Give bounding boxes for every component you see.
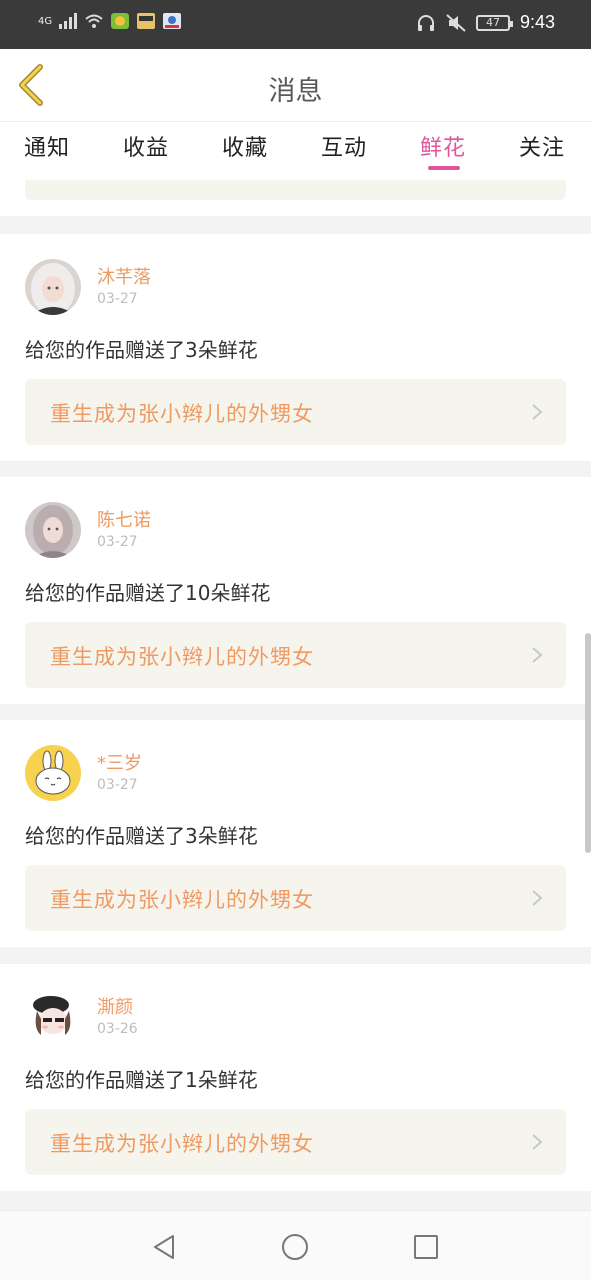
recents-square-icon[interactable] <box>410 1231 442 1263</box>
signal-icon <box>59 13 78 29</box>
battery-icon: 47 <box>475 14 513 31</box>
tab-following[interactable]: 关注 <box>519 130 565 162</box>
work-link[interactable]: 重生成为张小辫儿的外甥女 <box>25 379 566 445</box>
username[interactable]: 澌颜 <box>97 993 133 1019</box>
chevron-right-icon <box>532 890 543 906</box>
work-link[interactable]: 重生成为张小辫儿的外甥女 <box>25 865 566 931</box>
work-link[interactable]: 重生成为张小辫儿的外甥女 <box>25 1109 566 1175</box>
message-date: 03-27 <box>97 777 138 793</box>
cartoon-bunny-avatar[interactable] <box>25 745 81 801</box>
previous-work-link[interactable] <box>25 180 566 200</box>
username[interactable]: 陈七诺 <box>97 506 151 532</box>
message-list[interactable]: 沐芊落 03-27 给您的作品赠送了3朵鲜花 重生成为张小辫儿的外甥女 陈七诺 … <box>0 180 591 1210</box>
message-text: 给您的作品赠送了1朵鲜花 <box>25 1068 258 1092</box>
network-type: 4G <box>38 15 53 27</box>
girl-white-hair-avatar[interactable] <box>25 259 81 315</box>
message-text: 给您的作品赠送了10朵鲜花 <box>25 581 271 605</box>
headphone-icon <box>417 14 434 31</box>
message-date: 03-27 <box>97 291 138 307</box>
tab-notification[interactable]: 通知 <box>24 130 70 162</box>
work-title: 重生成为张小辫儿的外甥女 <box>50 645 314 669</box>
message-text: 给您的作品赠送了3朵鲜花 <box>25 824 258 848</box>
scrollbar[interactable] <box>585 633 591 853</box>
tab-earnings[interactable]: 收益 <box>123 130 169 162</box>
app-notification-icon-3 <box>163 13 182 29</box>
clock: 9:43 <box>519 12 555 32</box>
app-notification-icon-2 <box>137 13 156 29</box>
work-title: 重生成为张小辫儿的外甥女 <box>50 402 314 426</box>
chevron-right-icon <box>532 404 543 420</box>
list-item: 陈七诺 03-27 给您的作品赠送了10朵鲜花 重生成为张小辫儿的外甥女 <box>0 477 591 704</box>
tab-bar: 通知 收益 收藏 互动 鲜花 关注 <box>0 122 591 180</box>
home-circle-icon[interactable] <box>279 1231 311 1263</box>
work-title: 重生成为张小辫儿的外甥女 <box>50 1132 314 1156</box>
back-triangle-icon[interactable] <box>148 1231 180 1263</box>
tab-flowers[interactable]: 鲜花 <box>420 130 466 162</box>
list-item: *三岁 03-27 给您的作品赠送了3朵鲜花 重生成为张小辫儿的外甥女 <box>0 720 591 947</box>
list-item: 沐芊落 03-27 给您的作品赠送了3朵鲜花 重生成为张小辫儿的外甥女 <box>0 234 591 461</box>
status-icons-right: 47 9:43 <box>416 12 555 33</box>
work-link[interactable]: 重生成为张小辫儿的外甥女 <box>25 622 566 688</box>
header: 消息 <box>0 49 591 122</box>
tab-favorites[interactable]: 收藏 <box>222 130 268 162</box>
list-item: 澌颜 03-26 给您的作品赠送了1朵鲜花 重生成为张小辫儿的外甥女 <box>0 964 591 1191</box>
app-notification-icon <box>111 13 130 29</box>
message-date: 03-26 <box>97 1021 138 1037</box>
mute-icon <box>446 13 466 32</box>
girl-grey-hair-avatar[interactable] <box>25 502 81 558</box>
username[interactable]: 沐芊落 <box>97 263 151 289</box>
wifi-icon <box>85 14 103 28</box>
previous-card-tail <box>0 180 591 216</box>
cartoon-girl-beret-avatar[interactable] <box>25 989 81 1045</box>
chevron-right-icon <box>532 1134 543 1150</box>
username[interactable]: *三岁 <box>97 749 142 775</box>
active-tab-indicator <box>428 166 460 170</box>
tab-interactions[interactable]: 互动 <box>321 130 367 162</box>
status-icons-left: 4G <box>38 12 182 30</box>
chevron-right-icon <box>532 647 543 663</box>
work-title: 重生成为张小辫儿的外甥女 <box>50 888 314 912</box>
page-title: 消息 <box>268 76 323 107</box>
message-date: 03-27 <box>97 534 138 550</box>
message-text: 给您的作品赠送了3朵鲜花 <box>25 338 258 362</box>
system-nav-bar <box>0 1210 591 1280</box>
status-bar: 4G 47 9:43 <box>0 0 591 49</box>
